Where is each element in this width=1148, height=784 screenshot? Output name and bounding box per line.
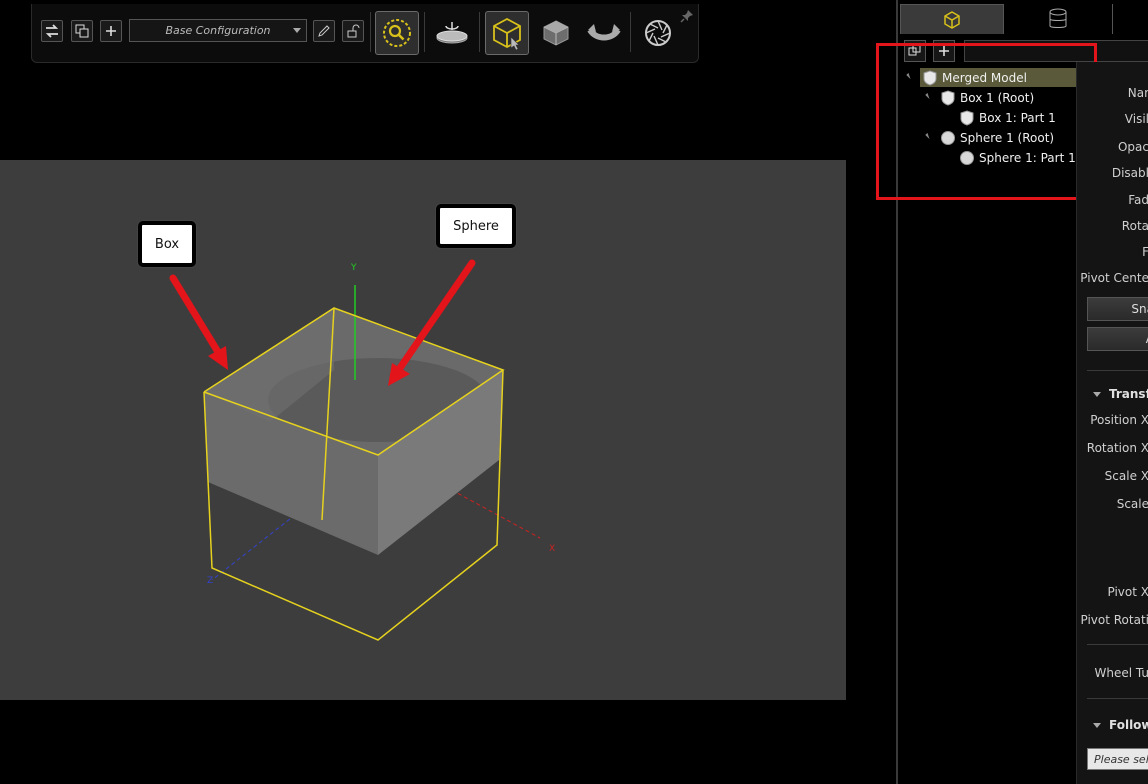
swap-icon xyxy=(45,24,59,38)
prop-name-label: Nar xyxy=(1127,86,1148,100)
snap-button-label: Sna xyxy=(1131,302,1148,316)
pin-icon[interactable] xyxy=(680,9,694,23)
box-callout: Box xyxy=(138,221,196,267)
aperture-icon xyxy=(645,20,671,46)
edit-icon xyxy=(318,25,330,37)
prop-rotate-label: Rota xyxy=(1121,219,1148,233)
panel-tabs xyxy=(898,4,1148,34)
scene-canvas xyxy=(169,259,541,641)
rotate-button[interactable] xyxy=(582,11,626,55)
divider xyxy=(1087,644,1148,645)
highlight-box xyxy=(876,43,1097,200)
x-axis-label: X xyxy=(549,544,556,554)
scale-x-label: Scale X xyxy=(1104,469,1148,483)
swap-button[interactable] xyxy=(41,20,63,42)
rotate-icon xyxy=(587,24,621,41)
box-callout-label: Box xyxy=(154,236,180,252)
toolbar-separator xyxy=(479,12,480,52)
edit-button[interactable] xyxy=(313,20,335,42)
transform-section-header[interactable]: Transf xyxy=(1093,387,1148,401)
rotation-x-label: Rotation X xyxy=(1086,441,1148,455)
position-x-label: Position X xyxy=(1090,413,1148,427)
select-box-icon xyxy=(493,17,521,51)
main-toolbar: Base Configuration xyxy=(31,4,699,63)
wheel-turn-label: Wheel Tu xyxy=(1094,666,1148,680)
transform-section-title: Transf xyxy=(1109,387,1148,401)
aperture-button[interactable] xyxy=(636,11,680,55)
turntable-icon xyxy=(436,22,468,44)
unlock-icon xyxy=(347,24,360,38)
object-3d-icon xyxy=(543,20,569,46)
follow-select[interactable]: Please selec xyxy=(1087,748,1148,770)
pivot-x-label: Pivot X xyxy=(1107,585,1148,599)
follow-select-placeholder: Please selec xyxy=(1094,752,1148,766)
zoom-search-button[interactable] xyxy=(375,11,419,55)
prop-f-label: F xyxy=(1142,245,1148,259)
object-3d-button[interactable] xyxy=(534,11,578,55)
3d-viewport[interactable]: Y X Z Box Sphere xyxy=(0,160,846,700)
configuration-select[interactable]: Base Configuration xyxy=(129,19,307,42)
copy-icon xyxy=(75,24,89,38)
prop-pivot-center-label: Pivot Cente xyxy=(1080,271,1148,285)
chevron-down-icon xyxy=(1093,723,1101,728)
properties-panel: Nar Visil Opac Disabl Fad Rota F Pivot C… xyxy=(1076,62,1148,784)
tab-divider xyxy=(1112,4,1113,34)
y-axis-label: Y xyxy=(351,263,357,273)
toolbar-separator xyxy=(370,12,371,52)
zoom-search-icon xyxy=(383,19,411,47)
chevron-down-icon xyxy=(293,28,301,33)
pivot-rotation-label: Pivot Rotati xyxy=(1080,613,1148,627)
turntable-button[interactable] xyxy=(430,11,474,55)
copy-button[interactable] xyxy=(71,20,93,42)
prop-fade-label: Fad xyxy=(1128,193,1148,207)
add-button[interactable] xyxy=(100,20,122,42)
box-arrow xyxy=(169,274,228,370)
toolbar-separator xyxy=(630,12,631,52)
chevron-down-icon xyxy=(1093,392,1101,397)
follow-section-title: Follow xyxy=(1109,718,1148,732)
snap-button[interactable]: Sna xyxy=(1087,297,1148,321)
toolbar-separator xyxy=(424,12,425,52)
cube-icon xyxy=(944,10,960,29)
prop-visible-label: Visil xyxy=(1124,112,1148,126)
prop-opacity-label: Opac xyxy=(1117,140,1148,154)
z-axis-label: Z xyxy=(207,576,214,586)
database-icon xyxy=(1049,8,1067,28)
sphere-callout: Sphere xyxy=(436,204,516,248)
unlock-button[interactable] xyxy=(342,20,364,42)
follow-section-header[interactable]: Follow xyxy=(1093,718,1148,732)
divider xyxy=(1087,370,1148,371)
apply-button[interactable]: A xyxy=(1087,327,1148,351)
configuration-value: Base Configuration xyxy=(165,24,271,37)
tab-database[interactable] xyxy=(1006,4,1110,34)
prop-disable-label: Disabl xyxy=(1111,166,1148,180)
add-icon xyxy=(106,26,116,36)
tab-model[interactable] xyxy=(900,4,1004,34)
scale-label: Scale xyxy=(1116,497,1148,511)
select-box-button[interactable] xyxy=(485,11,529,55)
divider xyxy=(1087,698,1148,699)
sphere-callout-label: Sphere xyxy=(453,218,499,234)
